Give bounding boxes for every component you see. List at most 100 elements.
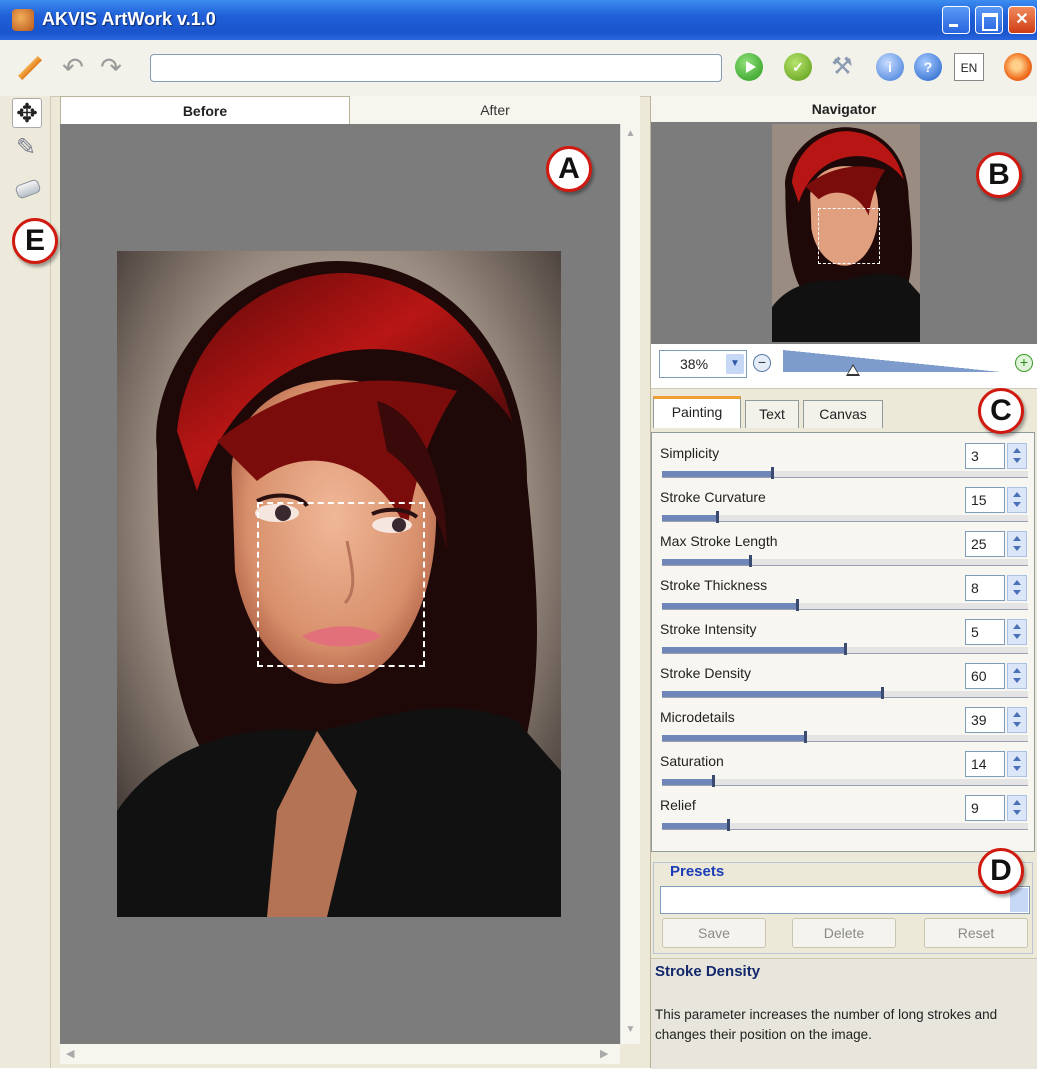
zoom-slider-handle[interactable] xyxy=(845,364,860,376)
parameter-slider-handle[interactable] xyxy=(803,731,807,743)
parameter-value-field[interactable]: 5 xyxy=(965,619,1005,645)
parameter-row: Microdetails 39 xyxy=(660,701,1030,745)
save-preset-button[interactable]: Save xyxy=(662,918,766,948)
parameter-slider-handle[interactable] xyxy=(715,511,719,523)
parameter-slider-handle[interactable] xyxy=(712,775,716,787)
eraser-tool-icon[interactable] xyxy=(12,174,40,202)
navigator-title: Navigator xyxy=(651,96,1037,122)
scroll-left-icon[interactable]: ◀ xyxy=(66,1047,74,1060)
close-button[interactable]: ✕ xyxy=(1008,6,1036,34)
parameter-label: Stroke Intensity xyxy=(660,621,757,637)
run-icon[interactable] xyxy=(735,53,763,81)
zoom-slider[interactable] xyxy=(783,350,1001,372)
parameter-slider-handle[interactable] xyxy=(796,599,800,611)
app-logo-icon xyxy=(12,9,34,31)
parameter-row: Simplicity 3 xyxy=(660,437,1030,481)
parameter-row: Relief 9 xyxy=(660,789,1030,833)
spinner-arrows-icon[interactable] xyxy=(1007,575,1027,601)
info-icon[interactable]: i xyxy=(876,53,904,81)
spinner-arrows-icon[interactable] xyxy=(1007,795,1027,821)
parameter-slider[interactable] xyxy=(662,555,1028,567)
parameter-label: Stroke Curvature xyxy=(660,489,766,505)
parameter-slider-handle[interactable] xyxy=(844,643,847,655)
tab-before[interactable]: Before xyxy=(60,96,350,124)
parameter-slider-handle[interactable] xyxy=(726,819,730,831)
tab-text[interactable]: Text xyxy=(745,400,799,428)
parameter-slider-fill xyxy=(662,471,772,477)
parameter-slider-handle[interactable] xyxy=(748,555,752,567)
parameter-value-field[interactable]: 14 xyxy=(965,751,1005,777)
apply-icon[interactable]: ✓ xyxy=(784,53,812,81)
reset-button[interactable]: Reset xyxy=(924,918,1028,948)
zoom-in-icon[interactable]: + xyxy=(1015,354,1033,372)
horizontal-scrollbar[interactable]: ◀ ▶ xyxy=(60,1044,620,1064)
language-button[interactable]: EN xyxy=(954,53,984,81)
parameter-slider[interactable] xyxy=(662,643,1028,655)
parameter-slider[interactable] xyxy=(662,775,1028,787)
move-tool-icon[interactable]: ✥ xyxy=(12,98,42,128)
scroll-right-icon[interactable]: ▶ xyxy=(600,1047,608,1060)
delete-preset-button[interactable]: Delete xyxy=(792,918,896,948)
scroll-up-icon[interactable]: ▲ xyxy=(624,128,637,142)
toolbar: ↶ ↷ ✓ ⚒ i ? EN xyxy=(0,40,1037,97)
parameter-slider-handle[interactable] xyxy=(770,467,774,479)
zoom-select[interactable]: 38% ▼ xyxy=(659,350,747,378)
navigator-selection-frame[interactable] xyxy=(257,502,425,667)
spinner-arrows-icon[interactable] xyxy=(1007,751,1027,777)
spinner-arrows-icon[interactable] xyxy=(1007,707,1027,733)
parameter-row: Stroke Curvature 15 xyxy=(660,481,1030,525)
settings-icon[interactable]: ⚒ xyxy=(828,53,856,81)
parameter-row: Stroke Intensity 5 xyxy=(660,613,1030,657)
parameter-value-field[interactable]: 60 xyxy=(965,663,1005,689)
presets-title: Presets xyxy=(666,863,729,880)
presets-dropdown[interactable] xyxy=(660,886,1030,914)
redo-icon[interactable]: ↷ xyxy=(96,52,126,82)
tab-painting[interactable]: Painting xyxy=(653,396,741,428)
parameter-value-field[interactable]: 15 xyxy=(965,487,1005,513)
maximize-button[interactable] xyxy=(975,6,1003,34)
spinner-arrows-icon[interactable] xyxy=(1007,663,1027,689)
parameter-slider[interactable] xyxy=(662,599,1028,611)
parameter-slider[interactable] xyxy=(662,511,1028,523)
parameter-slider[interactable] xyxy=(662,819,1028,831)
brush-tool-icon[interactable]: ✎ xyxy=(12,134,40,162)
zoom-out-icon[interactable]: − xyxy=(753,354,771,372)
parameter-slider-fill xyxy=(662,779,714,785)
chevron-down-icon[interactable]: ▼ xyxy=(726,354,744,374)
help-icon[interactable]: ? xyxy=(914,53,942,81)
akvis-logo-icon[interactable] xyxy=(1004,53,1032,81)
parameter-slider[interactable] xyxy=(662,687,1028,699)
file-path-field[interactable] xyxy=(150,54,722,82)
parameter-value-field[interactable]: 3 xyxy=(965,443,1005,469)
parameter-slider-handle[interactable] xyxy=(880,687,884,699)
parameter-value-field[interactable]: 9 xyxy=(965,795,1005,821)
chevron-down-icon[interactable] xyxy=(1010,888,1028,912)
tab-after[interactable]: After xyxy=(350,96,640,124)
pencil-icon[interactable] xyxy=(14,52,44,82)
close-icon: ✕ xyxy=(1015,11,1029,28)
title-bar: AKVIS ArtWork v.1.0 ✕ xyxy=(0,0,1037,40)
parameter-label: Stroke Thickness xyxy=(660,577,768,593)
parameter-value-field[interactable]: 39 xyxy=(965,707,1005,733)
spinner-arrows-icon[interactable] xyxy=(1007,443,1027,469)
parameter-value-field[interactable]: 25 xyxy=(965,531,1005,557)
scroll-down-icon[interactable]: ▼ xyxy=(624,1024,637,1038)
tab-canvas[interactable]: Canvas xyxy=(803,400,883,428)
callout-d: D xyxy=(978,848,1024,894)
minimize-button[interactable] xyxy=(942,6,970,34)
zoom-bar: 38% ▼ − + xyxy=(651,344,1037,389)
parameter-slider[interactable] xyxy=(662,467,1028,479)
parameter-row: Stroke Density 60 xyxy=(660,657,1030,701)
parameter-slider[interactable] xyxy=(662,731,1028,743)
parameter-slider-fill xyxy=(662,647,845,653)
parameter-label: Relief xyxy=(660,797,696,813)
window-title: AKVIS ArtWork v.1.0 xyxy=(42,9,216,29)
parameter-value-field[interactable]: 8 xyxy=(965,575,1005,601)
spinner-arrows-icon[interactable] xyxy=(1007,531,1027,557)
navigator-view-rectangle[interactable] xyxy=(818,208,880,264)
spinner-arrows-icon[interactable] xyxy=(1007,487,1027,513)
parameter-slider-fill xyxy=(662,603,798,609)
spinner-arrows-icon[interactable] xyxy=(1007,619,1027,645)
vertical-scrollbar[interactable]: ▲ ▼ xyxy=(620,124,640,1044)
undo-icon[interactable]: ↶ xyxy=(58,52,88,82)
